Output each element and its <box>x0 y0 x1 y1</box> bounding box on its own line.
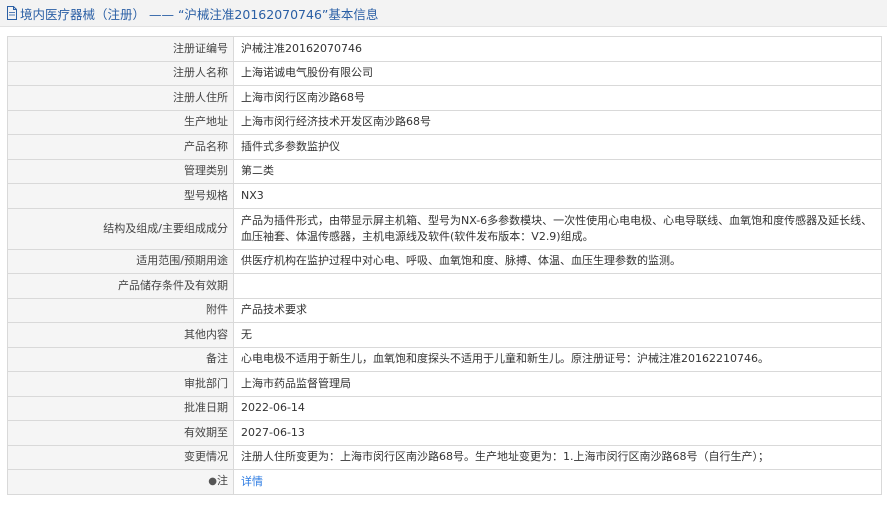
field-label: 备注 <box>7 346 234 372</box>
note-value-cell: 详情 <box>233 469 882 495</box>
field-label: 附件 <box>7 297 234 323</box>
field-label: 注册人住所 <box>7 85 234 111</box>
table-row: 备注 心电电极不适用于新生儿，血氧饱和度探头不适用于儿童和新生儿。原注册证号：沪… <box>7 346 882 372</box>
table-row: 结构及组成/主要组成成分 产品为插件形式，由带显示屏主机箱、型号为NX-6多参数… <box>7 207 882 250</box>
field-value: 产品为插件形式，由带显示屏主机箱、型号为NX-6多参数模块、一次性使用心电电极、… <box>233 207 882 250</box>
field-label: 审批部门 <box>7 371 234 397</box>
field-value: 上海市闵行经济技术开发区南沙路68号 <box>233 109 882 135</box>
detail-table: 注册证编号 沪械注准20162070746 注册人名称 上海诺诚电气股份有限公司… <box>7 36 882 495</box>
field-value: 插件式多参数监护仪 <box>233 134 882 160</box>
field-value: 上海诺诚电气股份有限公司 <box>233 60 882 86</box>
field-label: 结构及组成/主要组成成分 <box>7 207 234 250</box>
field-value: 无 <box>233 322 882 348</box>
table-row: 附件 产品技术要求 <box>7 297 882 323</box>
pin-icon: ● <box>208 476 217 488</box>
field-value: 上海市闵行区南沙路68号 <box>233 85 882 111</box>
field-value <box>233 273 882 299</box>
page-title: 境内医疗器械（注册） —— “沪械注准20162070746”基本信息 <box>20 6 379 22</box>
table-row: 变更情况 注册人住所变更为：上海市闵行区南沙路68号。生产地址变更为：1.上海市… <box>7 444 882 470</box>
note-label-cell: ●注 <box>7 469 234 495</box>
table-row: 产品名称 插件式多参数监护仪 <box>7 134 882 160</box>
field-label: 型号规格 <box>7 183 234 209</box>
document-icon <box>7 6 17 20</box>
page-header: 境内医疗器械（注册） —— “沪械注准20162070746”基本信息 <box>0 0 887 27</box>
field-label: 产品储存条件及有效期 <box>7 273 234 299</box>
field-label: 批准日期 <box>7 395 234 421</box>
field-value: 心电电极不适用于新生儿，血氧饱和度探头不适用于儿童和新生儿。原注册证号：沪械注准… <box>233 346 882 372</box>
field-value: 上海市药品监督管理局 <box>233 371 882 397</box>
details-link[interactable]: 详情 <box>241 475 263 488</box>
field-value: 2027-06-13 <box>233 420 882 446</box>
table-row: 型号规格 NX3 <box>7 183 882 209</box>
field-value: 产品技术要求 <box>233 297 882 323</box>
note-label: 注 <box>217 474 228 488</box>
field-value: 2022-06-14 <box>233 395 882 421</box>
table-row: 注册人名称 上海诺诚电气股份有限公司 <box>7 60 882 86</box>
detail-table-wrapper: 注册证编号 沪械注准20162070746 注册人名称 上海诺诚电气股份有限公司… <box>7 36 882 495</box>
field-label: 变更情况 <box>7 444 234 470</box>
field-label: 适用范围/预期用途 <box>7 248 234 274</box>
table-row: 注册人住所 上海市闵行区南沙路68号 <box>7 85 882 111</box>
field-label: 注册证编号 <box>7 36 234 62</box>
table-row: 适用范围/预期用途 供医疗机构在监护过程中对心电、呼吸、血氧饱和度、脉搏、体温、… <box>7 248 882 274</box>
field-value: 沪械注准20162070746 <box>233 36 882 62</box>
field-label: 其他内容 <box>7 322 234 348</box>
field-value: 供医疗机构在监护过程中对心电、呼吸、血氧饱和度、脉搏、体温、血压生理参数的监测。 <box>233 248 882 274</box>
table-row: 有效期至 2027-06-13 <box>7 420 882 446</box>
field-label: 注册人名称 <box>7 60 234 86</box>
table-row: 生产地址 上海市闵行经济技术开发区南沙路68号 <box>7 109 882 135</box>
table-row: 注册证编号 沪械注准20162070746 <box>7 36 882 62</box>
table-row: 管理类别 第二类 <box>7 158 882 184</box>
table-row: 批准日期 2022-06-14 <box>7 395 882 421</box>
note-row: ●注 详情 <box>7 469 882 495</box>
field-label: 生产地址 <box>7 109 234 135</box>
field-label: 管理类别 <box>7 158 234 184</box>
field-label: 有效期至 <box>7 420 234 446</box>
table-row: 其他内容 无 <box>7 322 882 348</box>
table-row: 审批部门 上海市药品监督管理局 <box>7 371 882 397</box>
field-value: NX3 <box>233 183 882 209</box>
field-label: 产品名称 <box>7 134 234 160</box>
field-value: 注册人住所变更为：上海市闵行区南沙路68号。生产地址变更为：1.上海市闵行区南沙… <box>233 444 882 470</box>
field-value: 第二类 <box>233 158 882 184</box>
table-row: 产品储存条件及有效期 <box>7 273 882 299</box>
